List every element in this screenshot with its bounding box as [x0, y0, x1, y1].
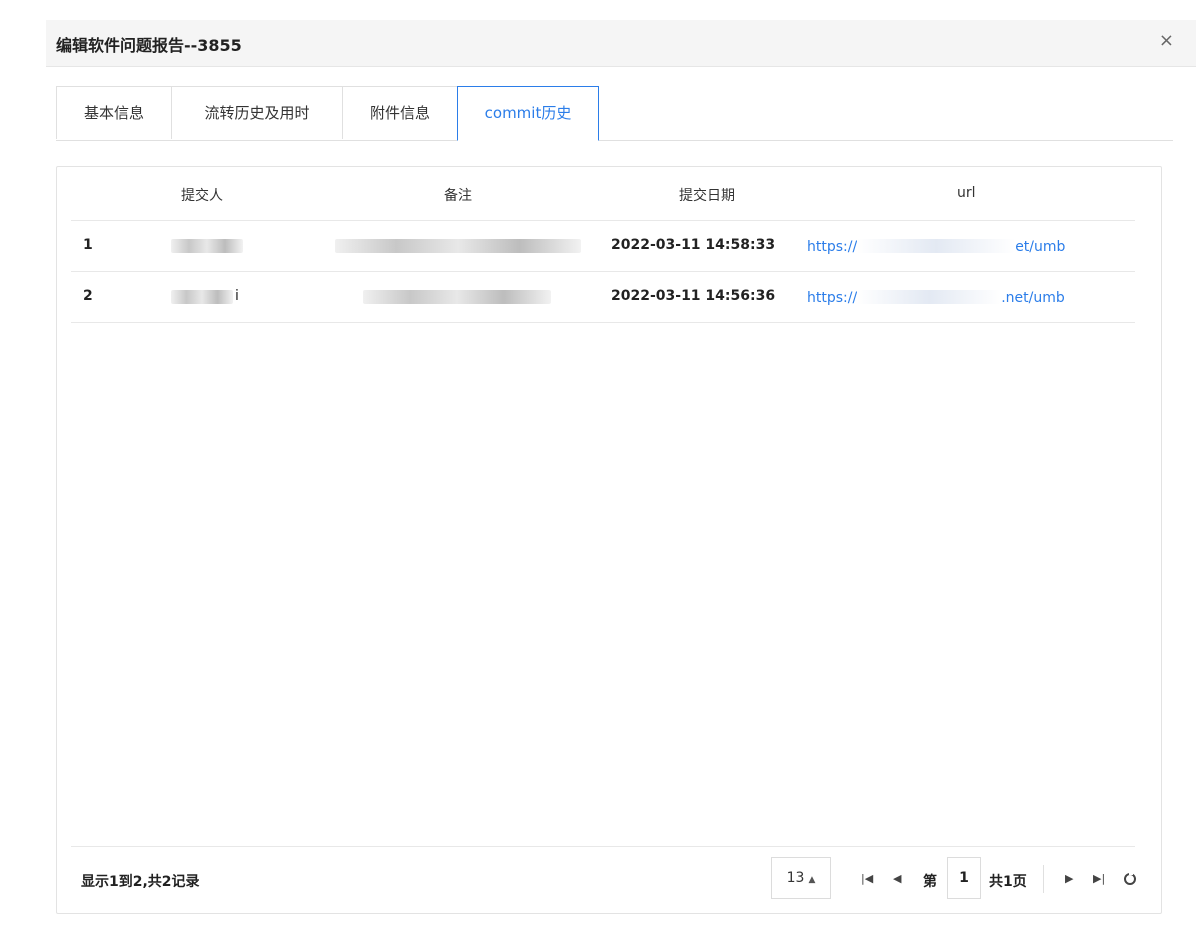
pagination-footer: 显示1到2,共2记录 13 ▲ |◀ ◀ 第 1 共1页 ▶ ▶| [71, 846, 1136, 913]
first-page-icon[interactable]: |◀ [861, 872, 873, 885]
redacted-url [857, 239, 1016, 253]
url-suffix: .net/umb [1001, 290, 1065, 306]
row-index: 2 [83, 288, 93, 304]
commit-url-link[interactable]: https:// .net/umb [807, 288, 1065, 306]
caret-up-icon: ▲ [808, 875, 816, 885]
prev-page-icon[interactable]: ◀ [893, 872, 901, 885]
dialog-header: 编辑软件问题报告--3855 × [46, 20, 1196, 67]
page-prefix-label: 第 [923, 874, 937, 890]
commit-url-link[interactable]: https:// et/umb [807, 237, 1065, 255]
page-size-value: 13 [786, 870, 805, 886]
close-icon[interactable]: × [1159, 30, 1174, 51]
refresh-icon[interactable] [1124, 871, 1136, 885]
record-summary: 显示1到2,共2记录 [81, 874, 200, 890]
page-total-label: 共1页 [989, 874, 1027, 890]
commit-date: 2022-03-11 14:56:36 [611, 288, 776, 304]
redacted-note [335, 239, 581, 253]
url-prefix: https:// [807, 290, 858, 306]
pagination-divider [1043, 865, 1044, 893]
committer-name: i [235, 288, 239, 304]
edit-report-dialog: 编辑软件问题报告--3855 × 基本信息 流转历史及用时 附件信息 commi… [46, 20, 1196, 939]
url-suffix: et/umb [1015, 239, 1066, 255]
next-page-icon[interactable]: ▶ [1065, 872, 1073, 885]
column-header-note: 备注 [444, 188, 472, 204]
table-row[interactable]: 1 2022-03-11 14:58:33 https:// et/umb [71, 221, 1135, 272]
column-header-date: 提交日期 [679, 188, 735, 204]
column-header-url: url [957, 185, 976, 201]
redacted-committer [171, 290, 233, 304]
url-prefix: https:// [807, 239, 858, 255]
tab-commit-history[interactable]: commit历史 [457, 86, 599, 141]
redacted-url [857, 290, 1002, 304]
dialog-title: 编辑软件问题报告--3855 [56, 36, 242, 55]
tab-flow-history[interactable]: 流转历史及用时 [171, 86, 343, 139]
column-header-committer: 提交人 [181, 188, 223, 204]
table-header: 提交人 备注 提交日期 url [71, 167, 1135, 221]
tab-attachments[interactable]: 附件信息 [342, 86, 458, 139]
commit-history-panel: 提交人 备注 提交日期 url 1 2022-03-11 14:58:33 ht… [56, 166, 1162, 914]
tab-bar: 基本信息 流转历史及用时 附件信息 commit历史 [56, 86, 1173, 141]
tab-basic-info[interactable]: 基本信息 [56, 86, 172, 139]
redacted-note [363, 290, 551, 304]
page-size-select[interactable]: 13 ▲ [771, 857, 831, 899]
last-page-icon[interactable]: ▶| [1093, 872, 1105, 885]
redacted-committer [171, 239, 243, 253]
row-index: 1 [83, 237, 93, 253]
table-row[interactable]: 2 i 2022-03-11 14:56:36 https:// .net/umb [71, 272, 1135, 323]
current-page-input[interactable]: 1 [947, 857, 981, 899]
commit-date: 2022-03-11 14:58:33 [611, 237, 776, 253]
